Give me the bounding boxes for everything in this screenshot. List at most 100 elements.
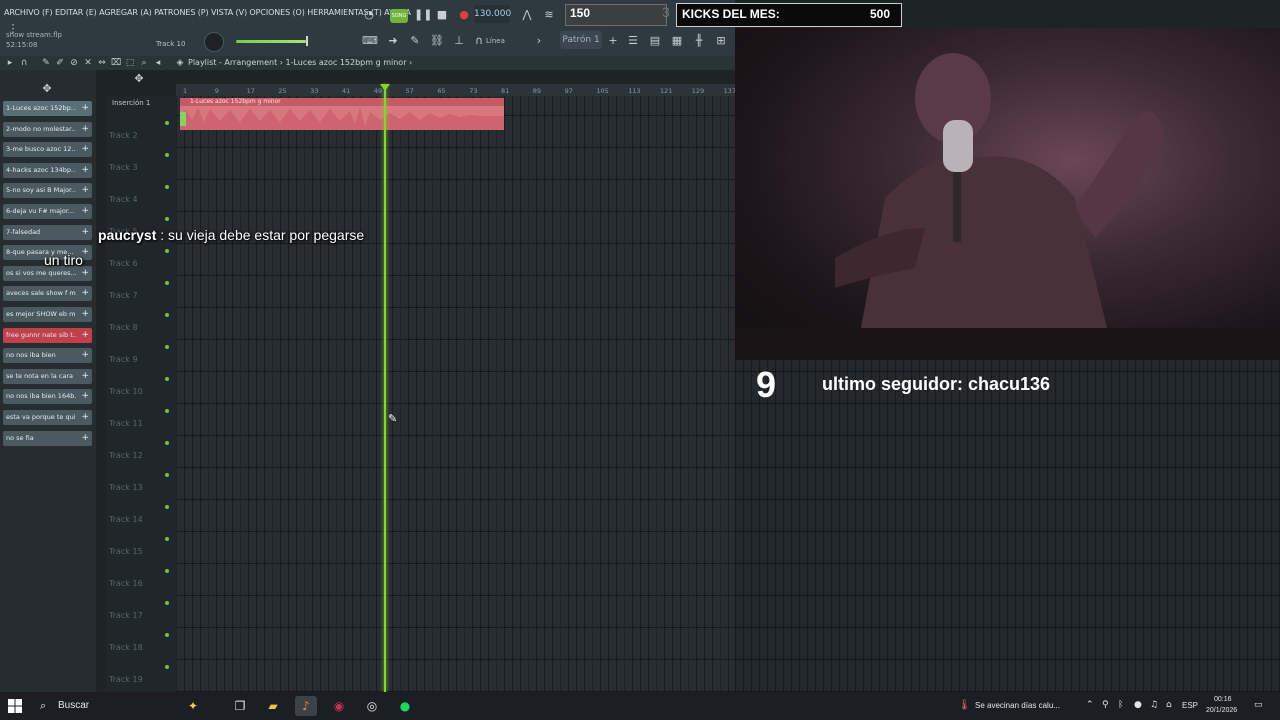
speaker-icon[interactable]: ♫	[1150, 700, 1158, 710]
chrome-icon[interactable]: ◎	[361, 696, 383, 716]
slip-tool-icon[interactable]: ⇔	[96, 57, 108, 69]
move-icon[interactable]: ✥	[40, 82, 54, 96]
select-tool-icon[interactable]: ⬚	[124, 57, 136, 69]
track-label[interactable]: Track 15	[109, 547, 143, 556]
channel-move-icon[interactable]: +	[81, 328, 89, 343]
channel-item[interactable]: esta va porque te qui... +	[3, 410, 92, 425]
track-label[interactable]: Track 19	[109, 675, 143, 684]
track-label[interactable]: Track 2	[109, 131, 138, 140]
scroll-arrows-icon[interactable]: ✥	[132, 72, 146, 86]
slice-tool-icon[interactable]: ⌧	[110, 57, 122, 69]
track-mute-dot[interactable]	[165, 185, 169, 189]
add-pattern-icon[interactable]: +	[606, 34, 620, 48]
track-label[interactable]: Track 12	[109, 451, 143, 460]
channel-move-icon[interactable]: +	[81, 389, 89, 404]
track-label[interactable]: Track 4	[109, 195, 138, 204]
taskbar-search[interactable]: Buscar	[58, 700, 89, 711]
track-mute-dot[interactable]	[165, 153, 169, 157]
magnet-snap-icon[interactable]: ∩	[18, 57, 30, 69]
file-explorer-icon[interactable]: ▰	[262, 696, 284, 716]
channel-move-icon[interactable]: +	[81, 348, 89, 363]
pattern-selector[interactable]: Patrón 1	[560, 31, 602, 49]
channel-item[interactable]: no nos iba bien +	[3, 348, 92, 364]
obs-icon[interactable]: ◉	[328, 696, 350, 716]
pause-button[interactable]: ❚❚	[414, 8, 432, 22]
clock-time[interactable]: 00:16	[1214, 696, 1232, 703]
keyboard-icon[interactable]: ⌨	[362, 34, 378, 48]
channel-move-icon[interactable]: +	[81, 163, 89, 178]
copilot-icon[interactable]: ✦	[182, 696, 204, 716]
channel-move-icon[interactable]: +	[81, 225, 89, 240]
menu-bar[interactable]: ARCHIVO (F) EDITAR (E) AGREGAR (A) PATRO…	[4, 8, 411, 17]
track-label[interactable]: Track 10	[109, 387, 143, 396]
track-mute-dot[interactable]	[165, 121, 169, 125]
language-indicator[interactable]: ESP	[1182, 701, 1198, 710]
bluetooth-icon[interactable]: ᛒ	[1118, 700, 1123, 710]
master-volume-slider[interactable]	[236, 40, 306, 43]
menu-arrow-icon[interactable]: ▸	[4, 57, 16, 69]
paint-tool-icon[interactable]: ✐	[54, 57, 66, 69]
channel-move-icon[interactable]: +	[81, 101, 89, 116]
track-label[interactable]: Track 17	[109, 611, 143, 620]
playhead-marker[interactable]	[380, 84, 390, 91]
channel-item[interactable]: no se fia +	[3, 430, 92, 446]
delete-tool-icon[interactable]: ⊘	[68, 57, 80, 69]
channel-item[interactable]: 5-no soy asi B Major... +	[3, 183, 92, 199]
mute-tool-icon[interactable]: ✕	[82, 57, 94, 69]
track-label[interactable]: Track 14	[109, 515, 143, 524]
track-label[interactable]: Track 6	[109, 259, 138, 268]
channel-item[interactable]: 2-modo no molestar... +	[3, 121, 92, 137]
playhead[interactable]	[384, 84, 386, 692]
channel-item[interactable]: os si vos me queres... +	[3, 265, 92, 281]
track-mute-dot[interactable]	[165, 217, 169, 221]
mixer-icon[interactable]: ╫	[692, 34, 706, 48]
channel-item[interactable]: se te nota en la cara +	[3, 368, 92, 384]
track-mute-dot[interactable]	[165, 281, 169, 285]
task-view-icon[interactable]: ❐	[229, 696, 251, 716]
tempo-display[interactable]: 130.000	[474, 5, 511, 23]
network-icon[interactable]: ⌂	[1166, 700, 1172, 710]
track-label[interactable]: Track 3	[109, 163, 138, 172]
song-mode-toggle[interactable]: SONG	[390, 9, 408, 23]
track-mute-dot[interactable]	[165, 633, 169, 637]
track-label[interactable]: Track 9	[109, 355, 138, 364]
zoom-tool-icon[interactable]: ⌕	[138, 57, 150, 69]
channel-item[interactable]: 6-deja vu F# major... +	[3, 204, 92, 219]
piano-roll-icon[interactable]: ▤	[648, 34, 662, 48]
track-mute-dot[interactable]	[165, 569, 169, 573]
channel-item[interactable]: 7-falsedad +	[3, 224, 92, 240]
track-mute-dot[interactable]	[165, 249, 169, 253]
channel-move-icon[interactable]: +	[81, 410, 89, 425]
track-mute-dot[interactable]	[165, 665, 169, 669]
channel-rack-icon[interactable]: ▦	[670, 34, 684, 48]
track-mute-dot[interactable]	[165, 601, 169, 605]
slider-handle[interactable]	[306, 36, 308, 46]
stop-button[interactable]: ■	[435, 8, 449, 22]
track-label[interactable]: Track 13	[109, 483, 143, 492]
channel-item[interactable]: no nos iba bien 164b... +	[3, 389, 92, 405]
timeline-ruler[interactable]	[176, 84, 735, 96]
weather-widget[interactable]: Se avecinan días calu...	[975, 701, 1060, 710]
arrow-right-icon[interactable]: ➜	[386, 34, 400, 48]
channel-move-icon[interactable]: +	[81, 369, 89, 384]
clock-date[interactable]: 20/1/2026	[1206, 707, 1237, 714]
tray-app-icon[interactable]: ⚲	[1102, 700, 1109, 710]
speaker-icon[interactable]: ◂	[152, 57, 164, 69]
track-label[interactable]: Track 8	[109, 323, 138, 332]
metronome-icon[interactable]: ◔	[362, 8, 376, 22]
search-icon[interactable]: ⌕	[40, 699, 46, 713]
track-label[interactable]: Track 18	[109, 643, 143, 652]
track-mute-dot[interactable]	[165, 409, 169, 413]
notification-icon[interactable]: ▭	[1254, 700, 1263, 710]
playlist-grid-extension[interactable]	[735, 360, 1280, 692]
channel-move-icon[interactable]: +	[81, 286, 89, 301]
track-mute-dot[interactable]	[165, 345, 169, 349]
record-button[interactable]: ●	[457, 8, 471, 22]
channel-item[interactable]: 1-Luces azoc 152bp... +	[3, 101, 92, 116]
track-mute-dot[interactable]	[165, 537, 169, 541]
browser-icon[interactable]: ⊞	[714, 34, 728, 48]
fl-studio-icon[interactable]: ♪	[295, 696, 317, 716]
chevron-up-icon[interactable]: ⌃	[1086, 700, 1094, 710]
channel-move-icon[interactable]: +	[81, 183, 89, 198]
track-mute-dot[interactable]	[165, 313, 169, 317]
